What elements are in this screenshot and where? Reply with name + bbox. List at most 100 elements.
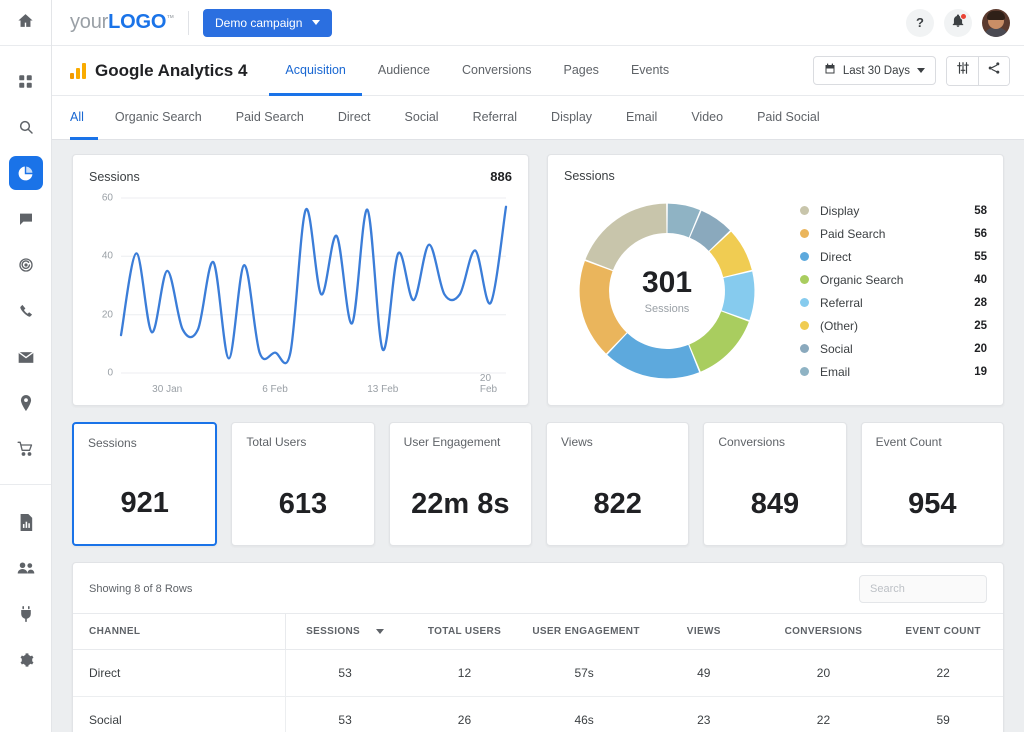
tab-audience[interactable]: Audience — [362, 47, 446, 96]
legend-value: 20 — [974, 342, 987, 355]
legend-label: Display — [820, 203, 860, 218]
legend-item[interactable]: Social 20 — [800, 337, 987, 360]
sidebar-item-analytics[interactable] — [8, 156, 43, 190]
cell-conversions: 22 — [763, 696, 884, 732]
kpi-card[interactable]: Total Users 613 — [231, 422, 375, 546]
kpi-card[interactable]: Conversions 849 — [703, 422, 847, 546]
tab-label: Acquisition — [285, 63, 346, 77]
legend-swatch — [800, 344, 809, 353]
sidebar-item-search[interactable] — [9, 110, 43, 144]
subtab-referral[interactable]: Referral — [456, 97, 534, 140]
search-input[interactable] — [859, 575, 987, 603]
cell-user-engagement: 46s — [524, 696, 644, 732]
sidebar-item-apps[interactable] — [9, 64, 43, 98]
column-label: EVENT COUNT — [905, 626, 981, 637]
avatar[interactable] — [982, 8, 1010, 37]
donut-chart-plot[interactable]: 301 Sessions — [572, 196, 762, 386]
subtab-direct[interactable]: Direct — [321, 97, 388, 140]
subtab-paid-search[interactable]: Paid Search — [219, 97, 321, 140]
kpi-card[interactable]: Views 822 — [545, 422, 690, 546]
tab-events[interactable]: Events — [615, 47, 685, 96]
gear-icon — [18, 652, 34, 668]
kpi-card[interactable]: Sessions 921 — [72, 422, 218, 546]
column-header-event-count[interactable]: EVENT COUNT — [883, 613, 1003, 650]
column-header-views[interactable]: VIEWS — [643, 613, 764, 650]
table-row[interactable]: Direct 53 12 57s 49 20 22 — [73, 649, 1003, 697]
kpi-cards-row: Sessions 921 Total Users 613 User Engageme… — [72, 422, 1004, 546]
column-header-conversions[interactable]: CONVERSIONS — [763, 613, 884, 650]
help-button[interactable]: ? — [906, 8, 934, 37]
tab-label: Conversions — [462, 63, 532, 77]
date-range-picker[interactable]: Last 30 Days — [812, 56, 936, 85]
column-header-total-users[interactable]: TOTAL USERS — [404, 613, 525, 650]
column-header-channel[interactable]: CHANNEL — [73, 613, 286, 650]
legend-item[interactable]: (Other) 25 — [800, 314, 987, 337]
column-header-sessions[interactable]: SESSIONS — [285, 613, 405, 650]
sidebar-item-settings[interactable] — [9, 643, 43, 677]
subtab-label: Paid Search — [235, 110, 304, 124]
donut-center-value: 301 — [641, 265, 693, 299]
legend-item[interactable]: Email 19 — [800, 360, 987, 383]
sidebar-item-home[interactable] — [0, 0, 51, 46]
logo-prefix: your — [70, 11, 109, 33]
sidebar-item-reports[interactable] — [9, 505, 43, 539]
share-icon — [987, 61, 1001, 80]
subtab-email[interactable]: Email — [609, 97, 674, 140]
subtab-paid-social[interactable]: Paid Social — [740, 97, 837, 140]
cell-event-count: 22 — [883, 649, 1003, 697]
tab-conversions[interactable]: Conversions — [446, 47, 547, 96]
sidebar-item-ecommerce[interactable] — [9, 432, 43, 466]
legend-item[interactable]: Referral 28 — [800, 291, 987, 314]
sidebar-item-calls[interactable] — [9, 294, 43, 328]
legend-item[interactable]: Organic Search 40 — [800, 268, 987, 291]
sidebar-item-targeting[interactable] — [9, 248, 43, 282]
plug-icon — [19, 606, 33, 622]
share-button[interactable] — [978, 56, 1009, 85]
notifications-button[interactable] — [944, 8, 972, 37]
cell-event-count: 59 — [883, 696, 1003, 732]
subtab-video[interactable]: Video — [674, 97, 740, 140]
kpi-card[interactable]: Event Count 954 — [860, 422, 1004, 546]
subtab-display[interactable]: Display — [534, 97, 609, 140]
target-icon — [18, 257, 34, 273]
rows-info: Showing 8 of 8 Rows — [89, 583, 193, 595]
kpi-card[interactable]: User Engagement 22m 8s — [388, 422, 532, 546]
kpi-label: Conversions — [718, 435, 786, 449]
kpi-label: Event Count — [875, 435, 942, 449]
campaign-selector-button[interactable]: Demo campaign — [203, 8, 333, 37]
legend-value: 25 — [974, 319, 987, 332]
column-label: VIEWS — [686, 626, 721, 637]
legend-item[interactable]: Display 58 — [800, 199, 987, 222]
column-label: CHANNEL — [89, 626, 141, 637]
kpi-value: 22m 8s — [411, 488, 510, 520]
tab-pages[interactable]: Pages — [547, 47, 614, 96]
column-label: SESSIONS — [306, 626, 361, 637]
table-body: Direct 53 12 57s 49 20 22 Social 53 26 46s 23 22 59 — [73, 649, 1003, 732]
sidebar-item-email[interactable] — [9, 340, 43, 374]
subtab-label: Direct — [337, 110, 371, 124]
sidebar-item-users[interactable] — [9, 551, 43, 585]
page-title: Google Analytics 4 — [70, 46, 247, 95]
sidebar-item-integrations[interactable] — [9, 597, 43, 631]
kpi-value: 849 — [750, 488, 800, 520]
subtab-organic-search[interactable]: Organic Search — [98, 97, 219, 140]
column-header-user-engagement[interactable]: USER ENGAGEMENT — [524, 613, 644, 650]
subtab-social[interactable]: Social — [388, 97, 456, 140]
sidebar-item-locations[interactable] — [9, 386, 43, 420]
cell-views: 23 — [643, 696, 764, 732]
sessions-line-chart-card: Sessions 886 0 20 40 60 30 Jan 6 Feb 13 Feb 20 … — [72, 154, 529, 406]
tab-acquisition[interactable]: Acquisition — [269, 47, 362, 96]
line-chart-plot[interactable]: 0 20 40 60 30 Jan 6 Feb 13 Feb 20 Feb — [89, 188, 512, 395]
kpi-value: 954 — [908, 488, 957, 520]
subtab-all[interactable]: All — [70, 97, 98, 140]
sidebar-item-messages[interactable] — [9, 202, 43, 236]
shopping-cart-icon — [17, 441, 34, 457]
column-label: CONVERSIONS — [784, 626, 863, 637]
line-chart-total: 886 — [490, 169, 512, 184]
toolbar-icon-group — [946, 55, 1010, 86]
filter-settings-button[interactable] — [947, 56, 978, 85]
table-row[interactable]: Social 53 26 46s 23 22 59 — [73, 696, 1003, 732]
legend-item[interactable]: Paid Search 56 — [800, 222, 987, 245]
legend-item[interactable]: Direct 55 — [800, 245, 987, 268]
legend-label: Paid Search — [820, 226, 886, 241]
